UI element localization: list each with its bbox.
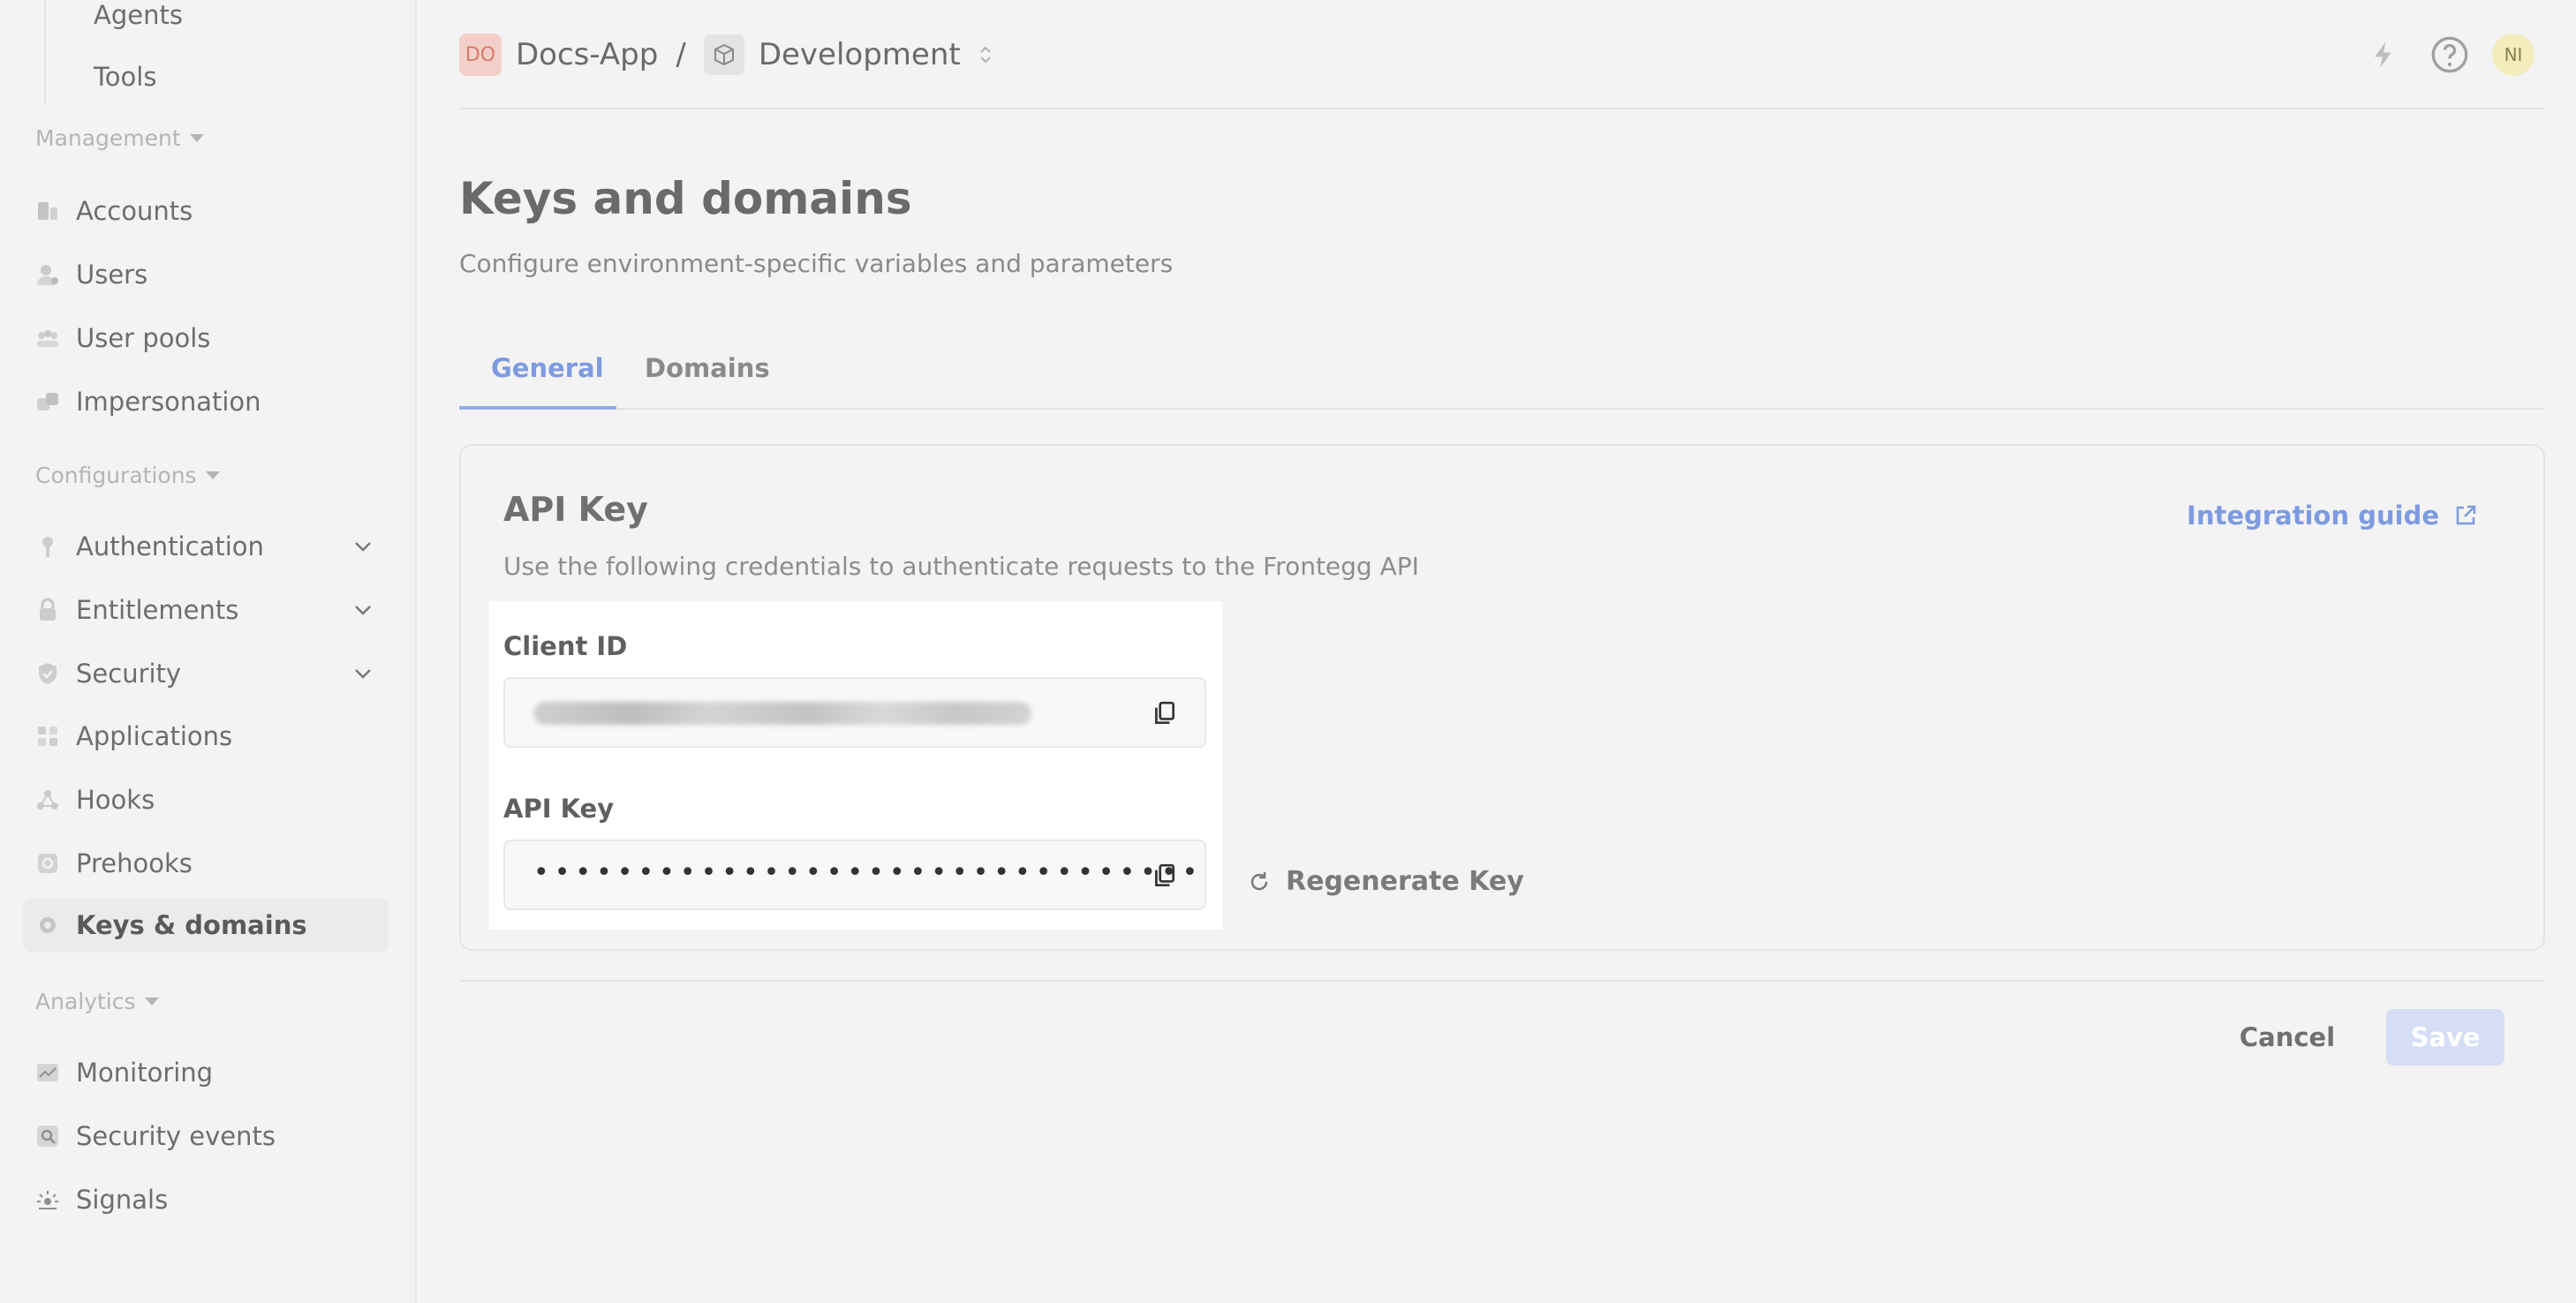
sidebar-item-label: Signals — [76, 1185, 169, 1215]
app-badge: DO — [459, 34, 502, 76]
sidebar-item-user-pools[interactable]: User pools — [23, 311, 389, 365]
chart-icon — [34, 1058, 62, 1087]
sidebar-item-users[interactable]: Users — [23, 247, 389, 302]
external-link-icon — [2456, 505, 2476, 525]
footer-divider — [459, 980, 2545, 982]
chevron-down-icon[interactable] — [351, 535, 374, 558]
chevron-down-icon[interactable] — [351, 599, 374, 621]
top-bar: DO Docs-App / Development NI — [459, 0, 2545, 109]
sidebar-item-agents[interactable]: Agents — [94, 0, 183, 30]
sidebar-item-label: Keys & domains — [76, 910, 307, 940]
sidebar: Agents Tools Management Accounts Users U… — [0, 0, 417, 1303]
hooks-icon — [34, 786, 62, 814]
section-configurations[interactable]: Configurations — [35, 463, 220, 488]
sidebar-item-accounts[interactable]: Accounts — [23, 184, 389, 238]
integration-guide-label: Integration guide — [2187, 501, 2439, 531]
environment-selector[interactable]: Development — [759, 37, 961, 72]
client-id-label: Client ID — [503, 631, 628, 661]
card-subtitle: Use the following credentials to authent… — [503, 552, 1419, 581]
sidebar-item-security[interactable]: Security — [23, 646, 389, 701]
accounts-icon — [34, 197, 62, 225]
copy-icon[interactable] — [1152, 700, 1178, 727]
sidebar-item-label: Authentication — [76, 531, 264, 561]
gear-icon — [34, 911, 62, 939]
regenerate-key-label: Regenerate Key — [1286, 866, 1524, 897]
page-subtitle: Configure environment-specific variables… — [459, 249, 1174, 278]
impersonation-icon — [34, 388, 62, 416]
sidebar-item-applications[interactable]: Applications — [23, 709, 389, 764]
section-analytics[interactable]: Analytics — [35, 989, 159, 1014]
tabs: General Domains — [459, 344, 2545, 410]
grid-icon — [34, 722, 62, 750]
breadcrumb: DO Docs-App / Development — [459, 34, 994, 76]
sidebar-item-impersonation[interactable]: Impersonation — [23, 374, 389, 429]
top-actions: NI — [2368, 34, 2534, 76]
api-key-field[interactable]: •••••••••••••••••••••••••••••••• — [503, 840, 1206, 910]
users-icon — [34, 260, 62, 289]
credentials-panel: Client ID API Key ••••••••••••••••••••••… — [489, 601, 1222, 930]
sidebar-item-keys-domains[interactable]: Keys & domains — [23, 898, 389, 953]
client-id-field[interactable] — [503, 677, 1206, 748]
key-icon — [34, 532, 62, 561]
sidebar-item-label: Accounts — [76, 196, 193, 226]
save-button[interactable]: Save — [2386, 1009, 2504, 1066]
refresh-icon — [1250, 871, 1268, 890]
sidebar-item-label: Impersonation — [76, 387, 261, 417]
sidebar-item-authentication[interactable]: Authentication — [23, 519, 389, 574]
sidebar-item-label: Prehooks — [76, 848, 193, 878]
sidebar-item-tools[interactable]: Tools — [94, 62, 156, 92]
integration-guide-link[interactable]: Integration guide — [2187, 501, 2478, 531]
regenerate-key-button[interactable]: Regenerate Key — [1247, 866, 1524, 897]
user-pools-icon — [34, 324, 62, 352]
sidebar-item-security-events[interactable]: Security events — [23, 1109, 389, 1164]
tab-general[interactable]: General — [491, 353, 604, 383]
section-configurations-label: Configurations — [35, 463, 197, 488]
sidebar-item-hooks[interactable]: Hooks — [23, 772, 389, 827]
chevron-down-icon[interactable] — [351, 662, 374, 685]
caret-down-icon — [189, 134, 204, 142]
active-tab-indicator — [459, 406, 616, 410]
api-key-masked-value: •••••••••••••••••••••••••••••••• — [533, 857, 1204, 888]
sidebar-item-label: Hooks — [76, 785, 155, 815]
sidebar-item-label: Security — [76, 659, 182, 689]
caret-down-icon — [144, 998, 159, 1005]
sidebar-item-entitlements[interactable]: Entitlements — [23, 583, 389, 637]
tab-domains[interactable]: Domains — [645, 353, 770, 383]
sidebar-item-label: Users — [76, 260, 148, 290]
help-icon[interactable] — [2430, 35, 2469, 74]
sidebar-item-label: Monitoring — [76, 1058, 214, 1088]
sidebar-item-label: Security events — [76, 1121, 276, 1151]
section-analytics-label: Analytics — [35, 989, 136, 1014]
signals-icon — [34, 1186, 62, 1214]
sidebar-item-signals[interactable]: Signals — [23, 1172, 389, 1227]
cancel-button[interactable]: Cancel — [2217, 1009, 2358, 1066]
caret-down-icon — [205, 471, 220, 479]
prehooks-icon — [34, 849, 62, 877]
section-management[interactable]: Management — [35, 125, 204, 151]
avatar[interactable]: NI — [2492, 34, 2534, 76]
chevron-updown-icon[interactable] — [977, 42, 994, 67]
api-key-card: API Key Use the following credentials to… — [459, 444, 2545, 951]
page-title: Keys and domains — [459, 173, 912, 224]
breadcrumb-separator: / — [676, 37, 686, 72]
card-title: API Key — [503, 490, 648, 529]
copy-icon[interactable] — [1152, 862, 1178, 889]
search-icon — [34, 1122, 62, 1150]
lightning-icon[interactable] — [2368, 40, 2398, 70]
sidebar-item-monitoring[interactable]: Monitoring — [23, 1045, 389, 1100]
section-management-label: Management — [35, 125, 181, 151]
app-name[interactable]: Docs-App — [516, 37, 658, 72]
sidebar-item-label: User pools — [76, 323, 211, 353]
shield-icon — [34, 659, 62, 688]
lock-icon — [34, 596, 62, 624]
sidebar-item-label: Entitlements — [76, 595, 239, 625]
sidebar-item-label: Applications — [76, 721, 233, 751]
sub-nav-line — [44, 0, 46, 104]
sidebar-item-prehooks[interactable]: Prehooks — [23, 836, 389, 891]
api-key-label: API Key — [503, 794, 615, 824]
cube-icon — [703, 34, 744, 75]
client-id-value-redacted — [533, 702, 1031, 725]
